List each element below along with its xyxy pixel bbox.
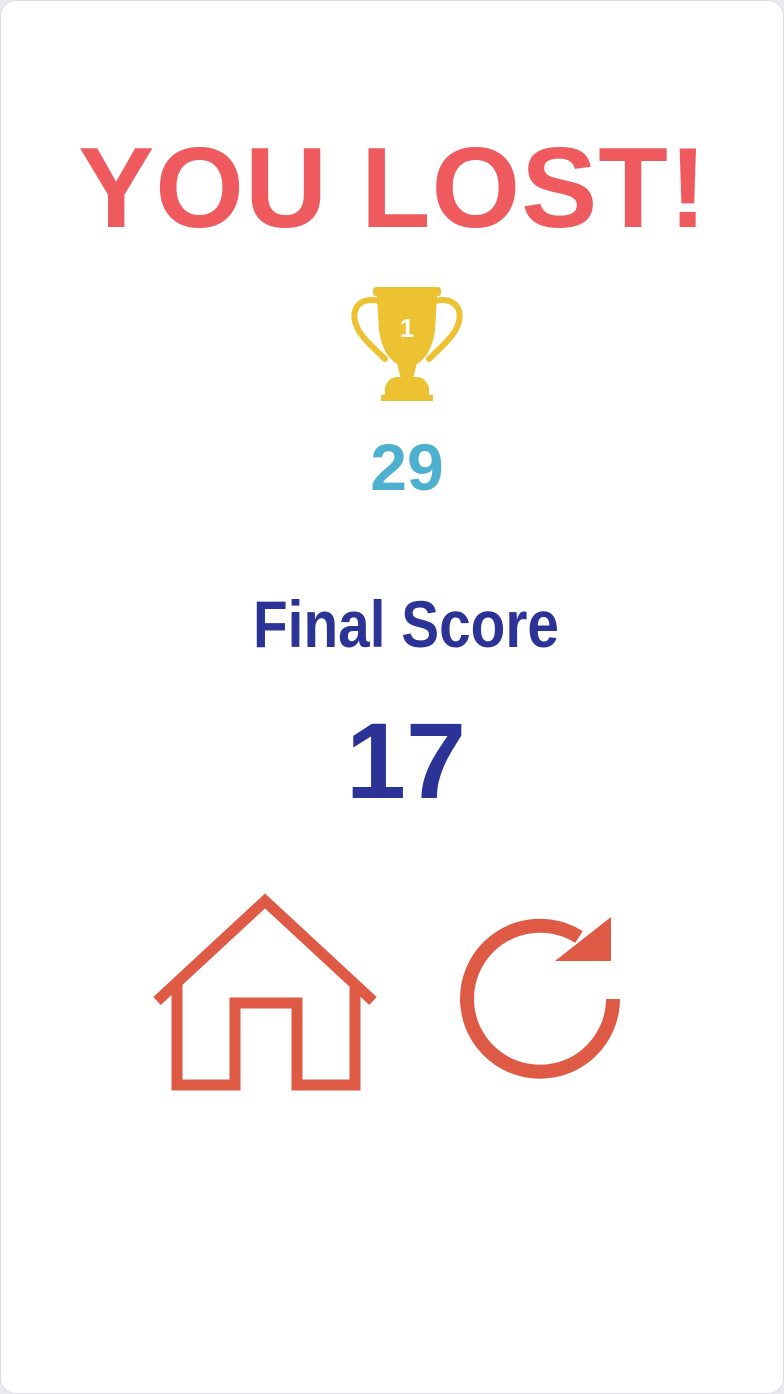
restart-icon	[460, 917, 620, 1079]
trophy-rank-label: 1	[400, 313, 414, 343]
game-over-screen: YOU LOST! 1 29 Final Score 17	[0, 0, 784, 1394]
final-score-label: Final Score	[253, 587, 559, 661]
final-score-value: 17	[345, 700, 467, 821]
restart-button[interactable]	[459, 911, 625, 1081]
best-score-value: 29	[370, 430, 444, 504]
home-button[interactable]	[151, 893, 379, 1093]
home-icon	[153, 893, 377, 1091]
game-over-title: YOU LOST!	[78, 125, 708, 252]
trophy-icon: 1	[349, 287, 465, 403]
